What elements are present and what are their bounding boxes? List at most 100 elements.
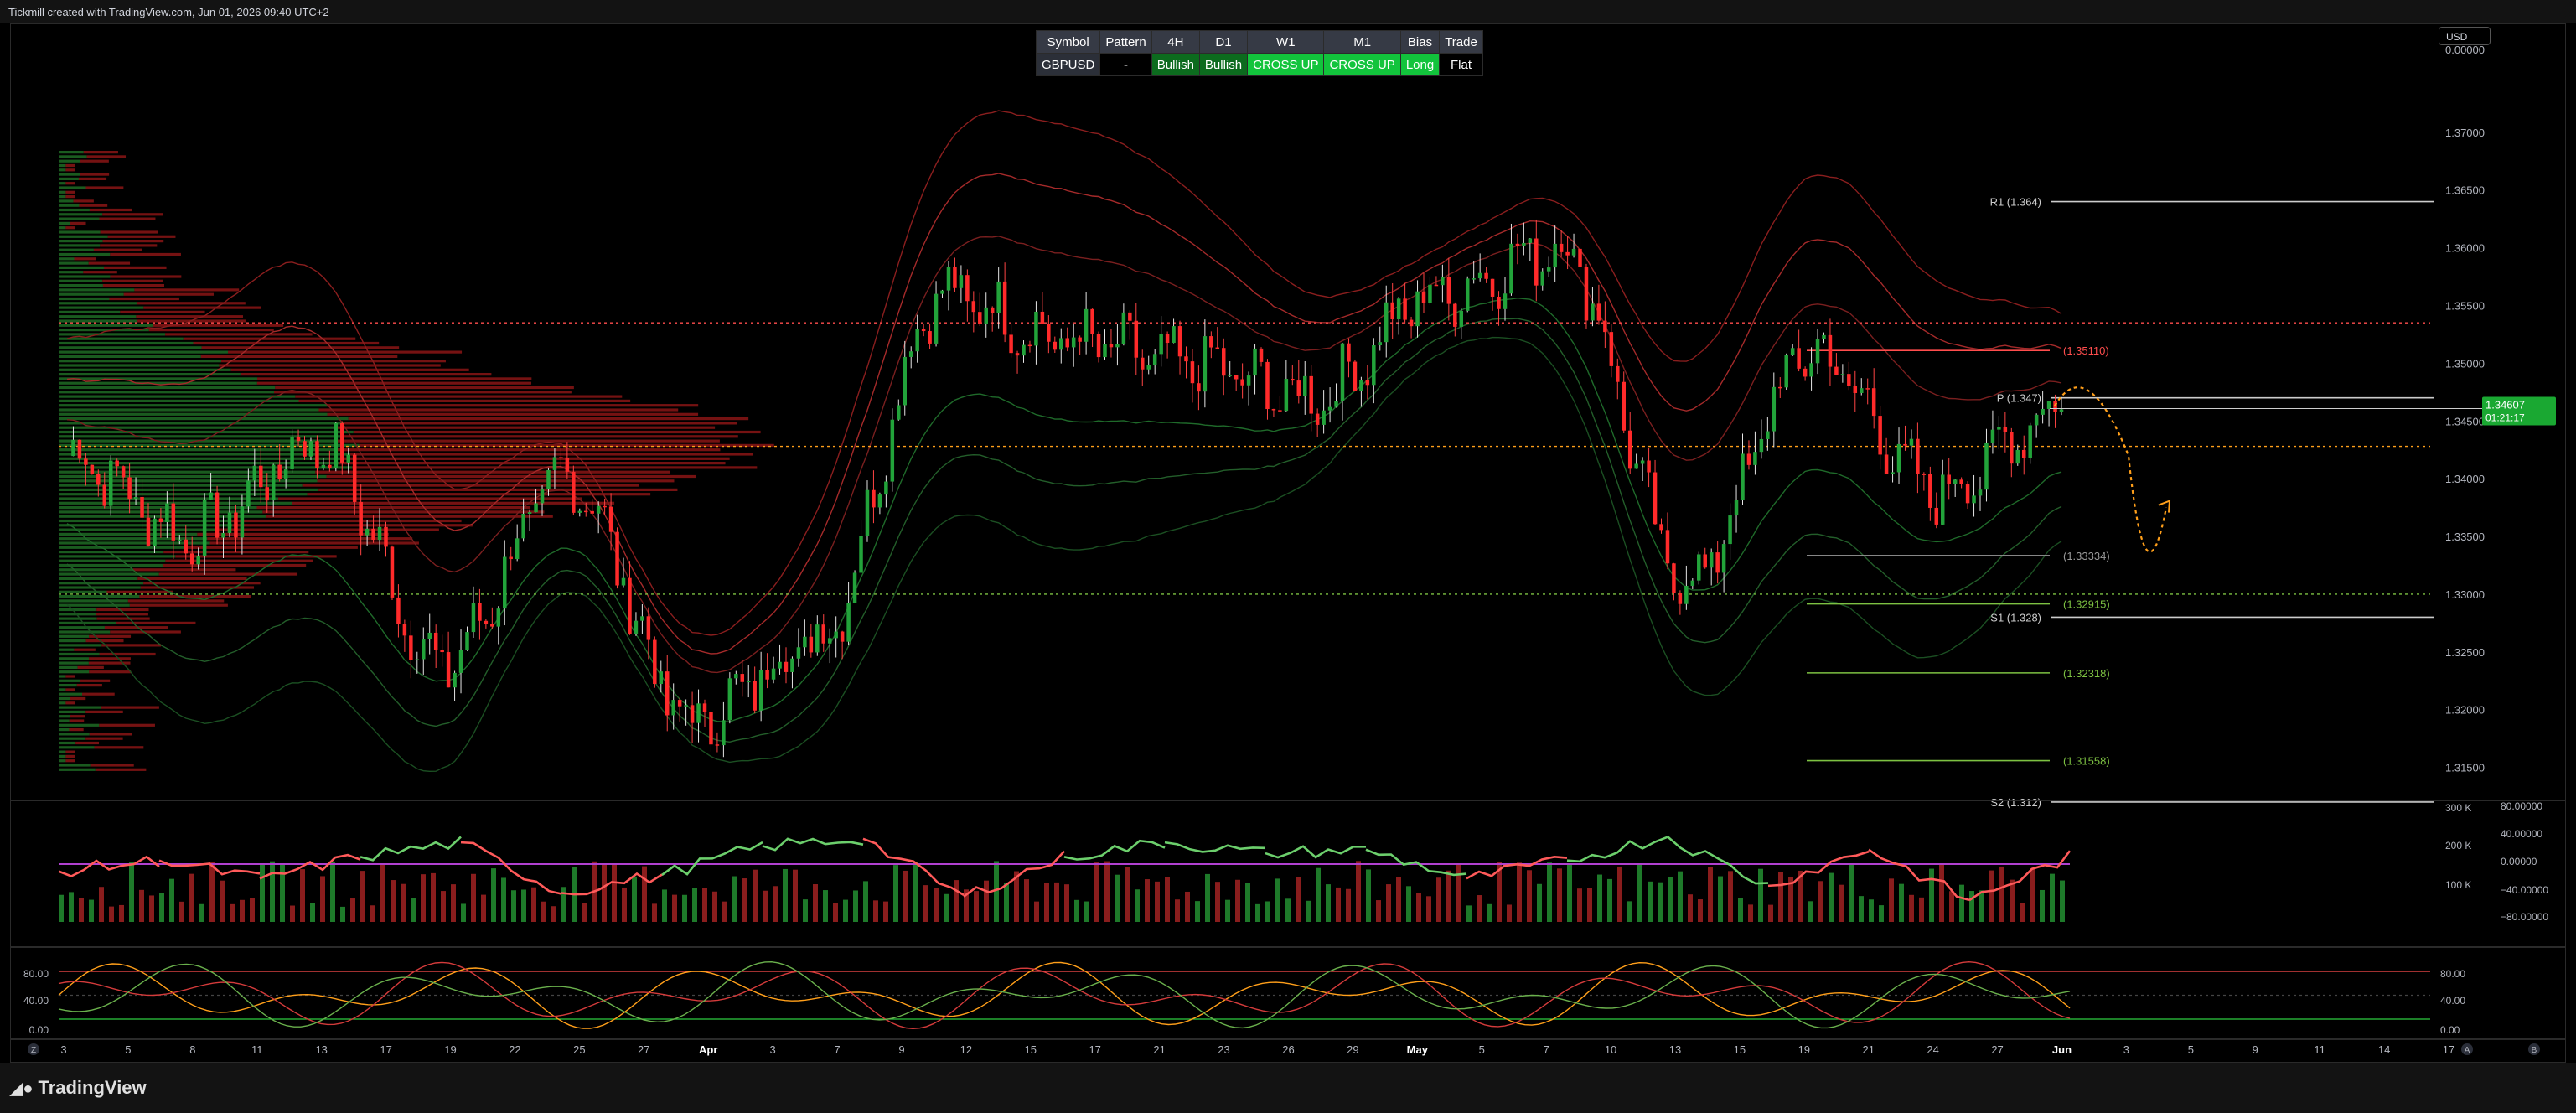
volume-profile-bar-down [85,710,123,713]
volume-profile-bar-down [65,675,75,678]
volume-bar [1849,864,1854,922]
chart-canvas[interactable]: R1 (1.364) (1.35110) P (1.347) (1.33334) (1.… [0,0,2576,1113]
volume-bar [2060,880,2065,922]
candle-body [1141,357,1145,370]
volume-bar [1215,882,1220,922]
volume-profile-bar-up [59,261,89,265]
tradingview-logo[interactable]: ◢● TradingView [10,1077,147,1099]
context-value-bias: Long [1399,53,1441,76]
volume-profile-bar-down [327,412,699,416]
volume-profile-bar-down [139,595,251,598]
volume-profile-bar-down [200,355,398,358]
volume-profile-bar-up [59,443,360,447]
volume-profile-bar-up [59,590,107,593]
candle-body [1421,291,1426,303]
candle-body [102,484,107,506]
volume-bar [320,876,325,922]
candle-body [971,301,976,313]
volume-profile-bar-up [59,617,97,620]
currency-button[interactable]: USD [2439,27,2491,45]
volume-profile-bar-down [129,603,228,607]
volume-profile-bar-up [59,364,220,367]
volume-bar [994,861,999,922]
time-axis-tick: 21 [1153,1043,1165,1056]
volume-bar [1507,904,1512,922]
projection-arrow-icon [2158,500,2171,513]
candle-body [990,307,995,313]
candle-body [1378,342,1383,346]
volume-axis-tick: 100 K [2445,879,2471,891]
candle-body [1490,278,1495,297]
price-axis[interactable]: 0.000001.370001.365001.360001.355001.350… [2050,44,2556,774]
volume-bar [179,901,184,922]
volume-profile-bar-down [65,754,75,758]
price-axis-tick: 1.36500 [2445,184,2485,197]
candle-body [328,464,332,468]
candle-body [1172,326,1176,344]
context-value-w1: CROSS UP [1247,53,1325,76]
time-axis-tick: 14 [2378,1043,2390,1056]
context-header-cell: M1 [1323,30,1401,54]
momentum-axis-tick: 0.00000 [2501,856,2537,867]
volume-profile-bar-up [59,670,90,674]
candle-body [158,518,163,522]
candle-body [1228,375,1232,376]
candle-body [1184,356,1188,362]
context-value-d1: Bullish [1198,53,1249,76]
volume-profile-bar-up [59,310,121,313]
volume-bar [350,898,355,922]
momentum-line-segment [1063,839,1166,861]
volume-profile-bar-down [65,750,75,753]
candle-body [252,465,257,481]
volume-bar [2030,867,2035,922]
price-axis-tick: 1.36000 [2445,242,2485,255]
volume-profile-bar-down [96,608,149,612]
candle-body [215,492,220,538]
time-axis-tick: 19 [1798,1043,1810,1056]
volume-profile-bar-down [86,155,127,158]
candle-body [277,464,282,479]
candle-body [1384,302,1389,343]
volume-bar [300,869,305,922]
candle-body [440,650,444,653]
candle-body [1177,326,1182,357]
volume-profile-bar-up [59,679,80,682]
volume-profile-bar-up [59,466,352,469]
volume-profile-bar-down [75,741,100,745]
candle-body [908,351,913,357]
time-axis[interactable]: 3 5 8 11 13 17 19 22 25 27 Apr 3 7 9 12 15 17 21 23 26 29 May… [28,1043,2540,1056]
volume-bar [1668,877,1673,922]
volume-profile-bar-down [148,329,274,332]
candle-body [603,505,607,508]
volume-bar [521,889,526,922]
volume-bar [1658,882,1663,922]
volume-bar [1336,887,1341,922]
time-axis-tick: 17 [380,1043,391,1056]
volume-profile-bar-up [59,470,316,474]
candle-body [696,703,701,723]
candle-body [953,267,957,288]
volume-profile-bar-up [59,750,66,753]
candle-body [778,661,782,669]
volume-bar [1225,899,1230,922]
candle-body [765,670,769,680]
level-label: (1.33334) [2063,550,2110,562]
volume-bar [1064,884,1069,922]
volume-profile-bar-up [59,271,84,274]
volume-profile-bar-down [74,648,96,651]
volume-bar [1115,874,1120,922]
volume-bar [903,870,908,922]
candle-body [1609,332,1614,366]
volume-bar [260,863,265,922]
volume-bar [1084,901,1089,922]
candle-body [1002,281,1007,335]
price-axis-tick: 1.32000 [2445,704,2485,717]
volume-profile-bar-up [59,399,299,402]
volume-bar [1537,883,1542,922]
candle-body [308,441,313,457]
candle-body [653,639,657,685]
volume-profile-bar-up [59,661,89,665]
volume-profile-bar-down [109,297,179,301]
volume-bar [1597,874,1602,922]
candle-body [1327,406,1332,411]
